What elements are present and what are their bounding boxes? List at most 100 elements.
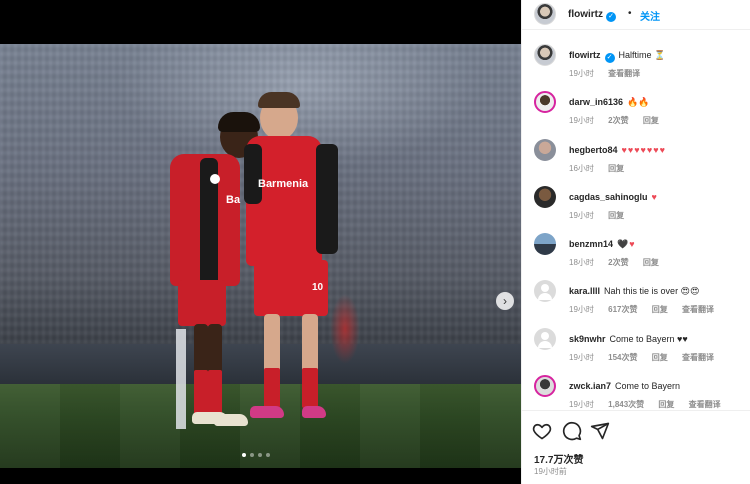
reply-link[interactable]: 回复 xyxy=(608,164,624,173)
comment-meta: 18小时 2次赞 回复 xyxy=(569,257,671,268)
comment-meta: 19小时 2次赞 回复 xyxy=(569,115,671,126)
post-timestamp[interactable]: 19小时前 xyxy=(534,466,567,477)
comment-line: benzmn14 🖤♥ xyxy=(569,239,636,250)
comment-text: Nah this tie is over 😍😍 xyxy=(604,286,700,296)
comment-text: 🖤♥ xyxy=(617,239,636,249)
avatar[interactable] xyxy=(534,375,556,397)
comment-time[interactable]: 19小时 xyxy=(569,400,594,409)
paper-plane-icon xyxy=(590,422,610,440)
post-header: flowirtz ✓ • 关注 xyxy=(522,0,750,30)
caption-time[interactable]: 19小时 xyxy=(569,69,594,78)
translate-link[interactable]: 查看翻译 xyxy=(682,353,714,362)
comment-meta: 19小时 617次赞 回复 查看翻译 xyxy=(569,304,726,315)
post-side-panel: flowirtz ✓ • 关注 flowirtz ✓ Halftime ⏳ 19小时 … xyxy=(521,0,750,484)
avatar[interactable] xyxy=(534,280,556,302)
comment-username[interactable]: benzmn14 xyxy=(569,239,613,249)
comment-line: cagdas_sahinoglu ♥ xyxy=(569,192,658,202)
carousel-dot xyxy=(242,453,246,457)
carousel-next-button[interactable]: › xyxy=(496,292,514,310)
comment-text: Come to Bayern ♥♥ xyxy=(609,334,688,344)
caption-text: Halftime ⏳ xyxy=(618,50,666,60)
comment-username[interactable]: sk9nwhr xyxy=(569,334,606,344)
comment-meta: 19小时 1,843次赞 回复 查看翻译 xyxy=(569,399,733,410)
comment-button[interactable] xyxy=(562,421,582,441)
comment-text: 🔥🔥 xyxy=(627,97,650,107)
comment-item: hegberto84 ♥♥♥♥♥♥♥ 16小时 回复 xyxy=(522,139,750,191)
comment-time[interactable]: 19小时 xyxy=(569,116,594,125)
comment-likes[interactable]: 617次赞 xyxy=(608,305,637,314)
comment-meta: 19小时 回复 xyxy=(569,210,636,221)
post-photo[interactable]: Ba Barmenia 10 › xyxy=(0,44,521,468)
translate-link[interactable]: 查看翻译 xyxy=(608,69,640,78)
comment-time[interactable]: 19小时 xyxy=(569,353,594,362)
comment-item: sk9nwhr Come to Bayern ♥♥ 19小时 154次赞 回复 查… xyxy=(522,328,750,380)
carousel-dot xyxy=(250,453,254,457)
reply-link[interactable]: 回复 xyxy=(643,116,659,125)
comment-text: ♥ xyxy=(651,192,658,202)
sponsor-left: Ba xyxy=(226,194,241,206)
avatar[interactable] xyxy=(534,328,556,350)
caption-meta: 19小时 查看翻译 xyxy=(569,68,652,79)
avatar[interactable] xyxy=(534,91,556,113)
comment-bubble-icon xyxy=(562,421,582,441)
avatar[interactable] xyxy=(534,233,556,255)
comment-text: Come to Bayern xyxy=(615,381,681,391)
follow-button[interactable]: 关注 xyxy=(640,8,660,23)
comment-likes[interactable]: 2次赞 xyxy=(608,258,628,267)
reply-link[interactable]: 回复 xyxy=(643,258,659,267)
translate-link[interactable]: 查看翻译 xyxy=(682,305,714,314)
carousel-dot xyxy=(266,453,270,457)
post-actions: 17.7万次赞 19小时前 xyxy=(522,410,750,484)
comment-time[interactable]: 19小时 xyxy=(569,305,594,314)
like-count[interactable]: 17.7万次赞 xyxy=(534,451,583,466)
carousel-indicator xyxy=(242,453,270,457)
post-media[interactable]: Ba Barmenia 10 › xyxy=(0,0,521,484)
comment-username[interactable]: darw_in6136 xyxy=(569,97,623,107)
reply-link[interactable]: 回复 xyxy=(652,353,668,362)
header-username-text[interactable]: flowirtz xyxy=(568,9,603,20)
verified-badge-icon: ✓ xyxy=(606,12,616,22)
player-right: Barmenia 10 xyxy=(240,92,350,432)
reply-link[interactable]: 回复 xyxy=(652,305,668,314)
comment-line: kara.llll Nah this tie is over 😍😍 xyxy=(569,286,699,297)
caption-username[interactable]: flowirtz xyxy=(569,50,601,60)
comment-line: hegberto84 ♥♥♥♥♥♥♥ xyxy=(569,145,666,155)
comment-username[interactable]: kara.llll xyxy=(569,286,600,296)
comment-likes[interactable]: 1,843次赞 xyxy=(608,400,644,409)
comment-time[interactable]: 16小时 xyxy=(569,164,594,173)
chevron-right-icon: › xyxy=(503,294,507,308)
comment-item: cagdas_sahinoglu ♥ 19小时 回复 xyxy=(522,186,750,238)
comment-item: benzmn14 🖤♥ 18小时 2次赞 回复 xyxy=(522,233,750,285)
caption: flowirtz ✓ Halftime ⏳ 19小时 查看翻译 xyxy=(522,44,750,96)
avatar[interactable] xyxy=(534,186,556,208)
comment-username[interactable]: cagdas_sahinoglu xyxy=(569,192,648,202)
comment-text: ♥♥♥♥♥♥♥ xyxy=(621,145,666,155)
comment-meta: 16小时 回复 xyxy=(569,163,636,174)
comment-item: kara.llll Nah this tie is over 😍😍 19小时 61… xyxy=(522,280,750,332)
comment-line: sk9nwhr Come to Bayern ♥♥ xyxy=(569,334,688,344)
comment-meta: 19小时 154次赞 回复 查看翻译 xyxy=(569,352,726,363)
shorts-number: 10 xyxy=(312,282,324,293)
header-separator: • xyxy=(628,8,632,19)
heart-outline-icon xyxy=(532,423,552,440)
comment-time[interactable]: 18小时 xyxy=(569,258,594,267)
share-button[interactable] xyxy=(590,421,610,441)
reply-link[interactable]: 回复 xyxy=(608,211,624,220)
verified-badge-icon: ✓ xyxy=(604,53,615,63)
sponsor-label: Barmenia xyxy=(258,178,309,190)
header-username[interactable]: flowirtz ✓ xyxy=(568,9,616,22)
comment-line: darw_in6136 🔥🔥 xyxy=(569,97,649,108)
caption-line: flowirtz ✓ Halftime ⏳ xyxy=(569,50,665,63)
avatar[interactable] xyxy=(534,139,556,161)
comment-likes[interactable]: 154次赞 xyxy=(608,353,637,362)
comment-item: darw_in6136 🔥🔥 19小时 2次赞 回复 xyxy=(522,91,750,143)
avatar[interactable] xyxy=(534,3,556,25)
comment-time[interactable]: 19小时 xyxy=(569,211,594,220)
comment-username[interactable]: zwck.ian7 xyxy=(569,381,611,391)
comment-likes[interactable]: 2次赞 xyxy=(608,116,628,125)
like-button[interactable] xyxy=(532,421,552,441)
reply-link[interactable]: 回复 xyxy=(658,400,674,409)
comment-username[interactable]: hegberto84 xyxy=(569,145,618,155)
translate-link[interactable]: 查看翻译 xyxy=(689,400,721,409)
avatar[interactable] xyxy=(534,44,556,66)
